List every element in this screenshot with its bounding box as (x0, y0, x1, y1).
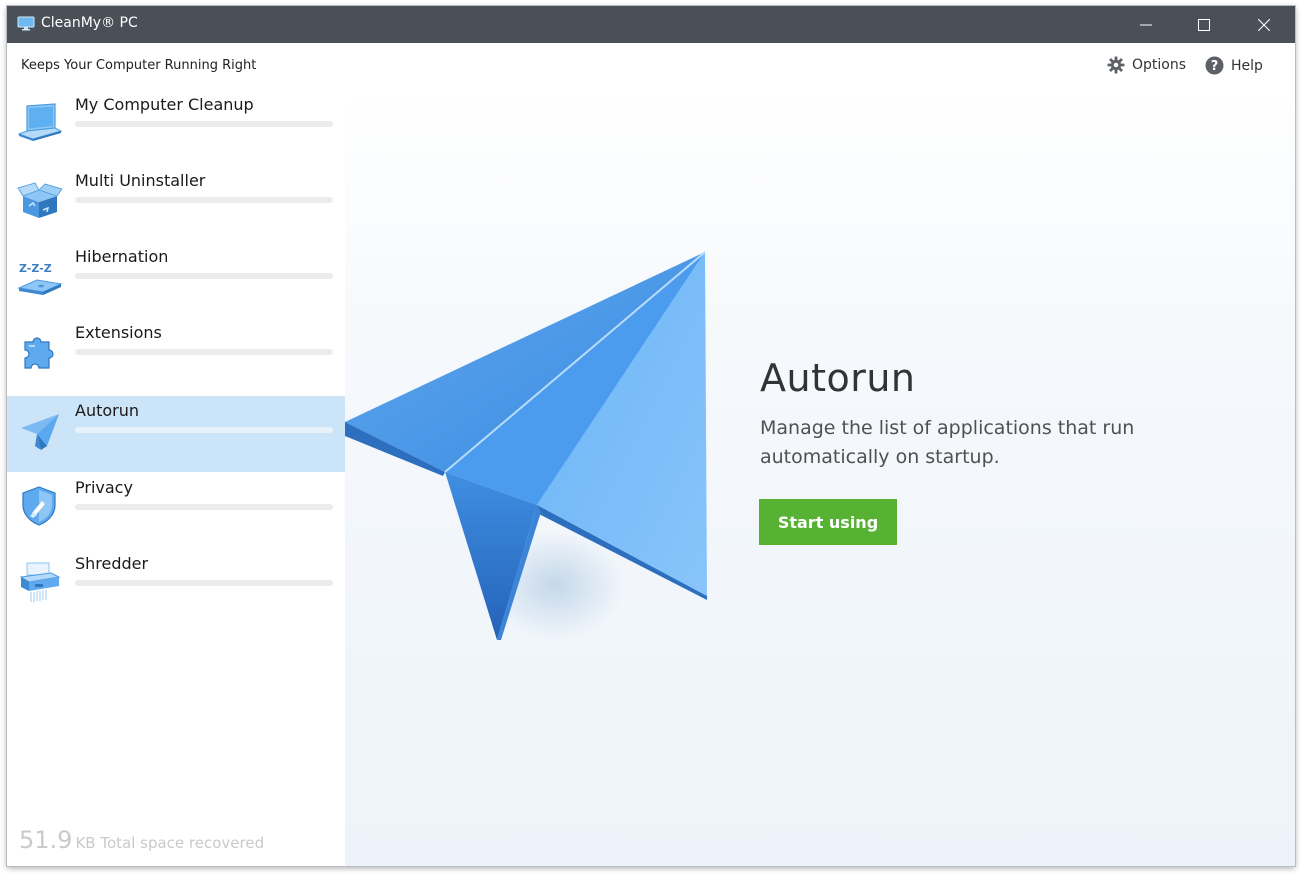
sidebar-item-my-computer-cleanup[interactable]: My Computer Cleanup (7, 90, 345, 166)
sidebar-item-extensions[interactable]: Extensions (7, 318, 345, 394)
space-recovered-value: 51.9 (19, 826, 73, 854)
progress-bar (75, 580, 333, 586)
sidebar-item-label: Privacy (75, 478, 133, 497)
sidebar-item-label: Autorun (75, 401, 140, 420)
progress-bar (75, 197, 333, 203)
app-tagline: Keeps Your Computer Running Right (21, 58, 257, 73)
laptop-icon (17, 103, 63, 141)
sidebar-item-label: Extensions (75, 323, 162, 342)
minimize-button[interactable] (1117, 6, 1175, 43)
app-window: CleanMy® PC Keeps Your Computer Running … (7, 6, 1295, 866)
sidebar-item-label: My Computer Cleanup (75, 95, 254, 114)
space-recovered-label: KB Total space recovered (75, 834, 265, 852)
window-title: CleanMy® PC (41, 15, 138, 31)
box-icon (17, 182, 63, 218)
feature-description: Manage the list of applications that run… (760, 417, 1135, 468)
options-link[interactable]: Options (1107, 56, 1186, 74)
maximize-icon (1198, 18, 1210, 31)
sidebar-item-label: Multi Uninstaller (75, 171, 206, 190)
minimize-icon (1140, 24, 1152, 25)
sidebar-item-label: Shredder (75, 554, 149, 573)
puzzle-icon (24, 337, 54, 369)
close-icon (1258, 18, 1270, 31)
shield-icon (22, 486, 56, 526)
space-recovered-summary: 51.9 KB Total space recovered (19, 826, 264, 854)
close-button[interactable] (1235, 6, 1293, 43)
shredder-icon (19, 562, 61, 602)
feature-title: Autorun (760, 356, 916, 400)
title-bar[interactable]: CleanMy® PC (7, 6, 1295, 43)
sidebar-item-multi-uninstaller[interactable]: Multi Uninstaller (7, 166, 345, 242)
sidebar-item-shredder[interactable]: Shredder (7, 549, 345, 625)
start-using-button[interactable]: Start using (759, 499, 897, 545)
help-label: Help (1231, 57, 1263, 74)
gear-icon (1107, 56, 1125, 74)
main-panel: Autorun Manage the list of applications … (345, 90, 1295, 866)
sidebar-item-hibernation[interactable]: Z-Z-Z Hibernation (7, 242, 345, 318)
svg-text:Z-Z-Z: Z-Z-Z (19, 262, 52, 275)
help-link[interactable]: ? Help (1205, 56, 1263, 75)
paper-plane-icon (21, 414, 59, 450)
sidebar: My Computer Cleanup Multi Uninstaller Z-… (7, 90, 345, 866)
maximize-button[interactable] (1175, 6, 1233, 43)
hibernation-icon: Z-Z-Z (17, 262, 63, 295)
sidebar-item-autorun[interactable]: Autorun (7, 396, 345, 472)
sidebar-item-privacy[interactable]: Privacy (7, 473, 345, 549)
options-label: Options (1132, 57, 1187, 73)
progress-bar (75, 273, 333, 279)
sidebar-item-label: Hibernation (75, 247, 169, 266)
progress-bar (75, 504, 333, 510)
monitor-icon (17, 16, 35, 31)
help-icon: ? (1205, 56, 1224, 75)
progress-bar (75, 427, 333, 433)
progress-bar (75, 121, 333, 127)
paper-plane-illustration (345, 251, 707, 640)
svg-text:?: ? (1211, 59, 1219, 74)
progress-bar (75, 349, 333, 355)
